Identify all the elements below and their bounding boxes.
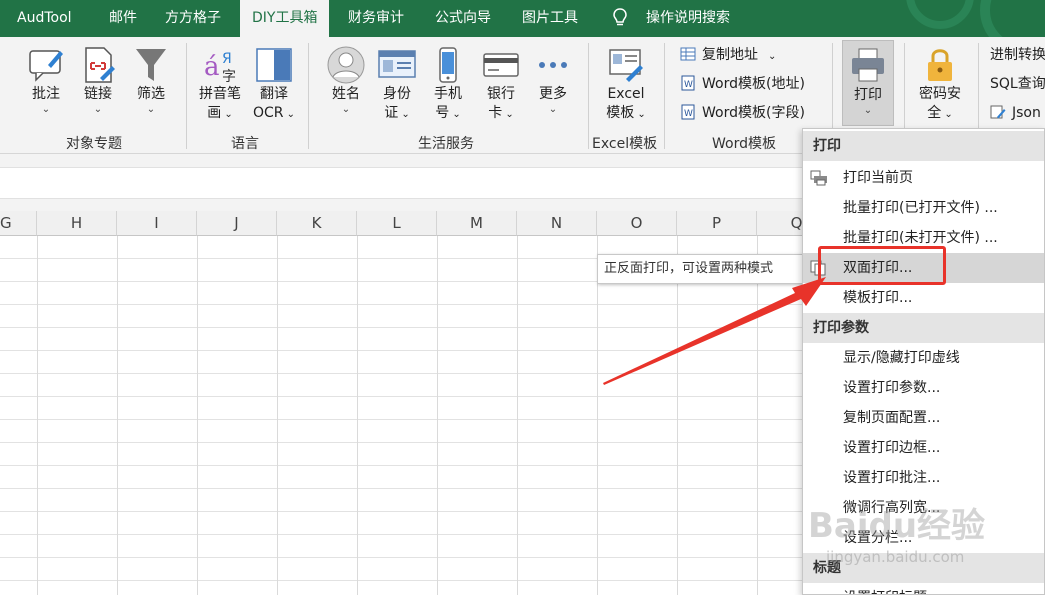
column-header-j[interactable]: J — [197, 211, 277, 236]
id-card-icon — [378, 50, 416, 78]
print-page-icon — [810, 170, 827, 186]
tab-mail[interactable]: 邮件 — [109, 0, 137, 37]
tell-me-search[interactable]: 操作说明搜索 — [646, 0, 730, 37]
column-header-l[interactable]: L — [357, 211, 437, 236]
link-doc-icon — [85, 47, 115, 83]
filter-funnel-icon — [136, 49, 166, 81]
mobile-phone-icon — [439, 47, 457, 83]
menu-item-toggle-print-lines[interactable]: 显示/隐藏打印虚线 — [803, 343, 1044, 373]
word-doc-icon: W — [681, 104, 695, 120]
bank-card-button[interactable]: 银行 卡 ⌄ — [476, 45, 526, 124]
word-template-field-button[interactable]: W Word模板(字段) — [680, 102, 805, 124]
chevron-down-icon: ⌄ — [863, 105, 873, 116]
column-header-p[interactable]: P — [677, 211, 757, 236]
lock-icon — [928, 49, 952, 81]
group-label-excel-template: Excel模板 — [592, 136, 658, 152]
baidu-watermark-url: jingyan.baidu.com — [826, 548, 965, 566]
group-label-language: 语言 — [231, 136, 259, 152]
baidu-watermark-logo: Baidu经验 — [808, 506, 986, 546]
chevron-down-icon: ⌄ — [341, 104, 351, 115]
id-card-button[interactable]: 身份 证 ⌄ — [374, 45, 420, 124]
group-label-life-services: 生活服务 — [418, 136, 474, 152]
menu-item-set-print-params[interactable]: 设置打印参数... — [803, 373, 1044, 403]
menu-item-copy-page-config[interactable]: 复制页面配置... — [803, 403, 1044, 433]
tab-image-tools[interactable]: 图片工具 — [522, 0, 578, 37]
bank-card-icon — [483, 53, 519, 77]
group-divider — [186, 43, 187, 149]
ribbon-tab-bar: AudTool 邮件 方方格子 DIY工具箱 财务审计 公式向导 图片工具 操作… — [0, 0, 1045, 37]
more-button[interactable]: 更多 ⌄ — [530, 45, 576, 116]
tooltip: 正反面打印，可设置两种模式 — [597, 254, 807, 284]
menu-item-template-print[interactable]: 模板打印... — [803, 283, 1044, 313]
column-header-g[interactable]: G — [0, 211, 37, 236]
tab-audtool[interactable]: AudTool — [17, 0, 72, 37]
json-button[interactable]: Json — [990, 102, 1041, 124]
menu-item-set-print-border[interactable]: 设置打印边框... — [803, 433, 1044, 463]
menu-section-print-params: 打印参数 — [803, 313, 1044, 343]
chevron-down-icon: ⌄ — [41, 104, 51, 115]
sql-query-button[interactable]: SQL查询 — [990, 73, 1045, 95]
highlight-box — [818, 246, 946, 285]
tab-formula-wizard[interactable]: 公式向导 — [435, 0, 491, 37]
excel-template-button[interactable]: Excel 模板 ⌄ — [598, 45, 654, 124]
json-edit-icon — [990, 105, 1006, 119]
comment-button[interactable]: 批注 ⌄ — [20, 45, 72, 116]
password-security-button[interactable]: 密码安 全 ⌄ — [912, 45, 968, 124]
more-dots-icon — [539, 62, 567, 68]
menu-item-batch-print-opened[interactable]: 批量打印(已打开文件) ... — [803, 193, 1044, 223]
chevron-down-icon: ⌄ — [93, 104, 103, 115]
group-divider — [308, 43, 309, 149]
group-label-word-template: Word模板 — [712, 136, 776, 152]
person-avatar-icon — [327, 46, 365, 84]
translate-icon — [256, 48, 292, 82]
pinyin-brush-button[interactable]: á Я 字 拼音笔 画 ⌄ — [194, 45, 246, 124]
copy-address-button[interactable]: 复制地址 ⌄ — [680, 44, 776, 66]
chevron-down-icon: ⌄ — [548, 104, 558, 115]
tab-diy-toolbox[interactable]: DIY工具箱 — [240, 0, 330, 37]
column-header-m[interactable]: M — [437, 211, 517, 236]
svg-text:W: W — [684, 80, 693, 90]
copy-grid-icon — [680, 47, 696, 61]
word-doc-icon: W — [681, 75, 695, 91]
lightbulb-icon — [613, 8, 627, 26]
comment-icon — [29, 50, 63, 82]
svg-text:á: á — [204, 52, 220, 82]
svg-text:W: W — [684, 109, 693, 119]
print-button[interactable]: 打印 ⌄ — [842, 40, 894, 126]
group-divider — [588, 43, 589, 149]
column-header-i[interactable]: I — [117, 211, 197, 236]
menu-item-print-current-page[interactable]: 打印当前页 — [803, 163, 1044, 193]
link-button[interactable]: 链接 ⌄ — [74, 45, 122, 116]
menu-item-set-print-comments[interactable]: 设置打印批注... — [803, 463, 1044, 493]
menu-item-set-print-title[interactable]: 设置打印标题... — [803, 583, 1044, 594]
tab-fangfang[interactable]: 方方格子 — [165, 0, 221, 37]
translate-ocr-button[interactable]: 翻译 OCR ⌄ — [248, 45, 300, 124]
column-header-h[interactable]: H — [37, 211, 117, 236]
svg-text:Я: Я — [222, 51, 232, 67]
column-header-k[interactable]: K — [277, 211, 357, 236]
menu-section-print: 打印 — [803, 131, 1044, 161]
phone-number-button[interactable]: 手机 号 ⌄ — [424, 45, 472, 124]
group-label-objects: 对象专题 — [66, 136, 122, 152]
word-template-address-button[interactable]: W Word模板(地址) — [680, 73, 805, 95]
name-button[interactable]: 姓名 ⌄ — [322, 45, 370, 116]
pinyin-icon: á Я 字 — [204, 51, 236, 85]
svg-text:字: 字 — [222, 69, 236, 85]
decorative-pattern-icon — [906, 0, 1003, 37]
printer-icon — [852, 48, 884, 82]
excel-template-icon — [609, 49, 643, 82]
group-divider — [664, 43, 665, 149]
column-header-n[interactable]: N — [517, 211, 597, 236]
chevron-down-icon: ⌄ — [146, 104, 156, 115]
column-header-o[interactable]: O — [597, 211, 677, 236]
tab-finance-audit[interactable]: 财务审计 — [348, 0, 404, 37]
base-conversion-button[interactable]: 进制转换 — [990, 44, 1045, 66]
filter-button[interactable]: 筛选 ⌄ — [126, 45, 176, 116]
